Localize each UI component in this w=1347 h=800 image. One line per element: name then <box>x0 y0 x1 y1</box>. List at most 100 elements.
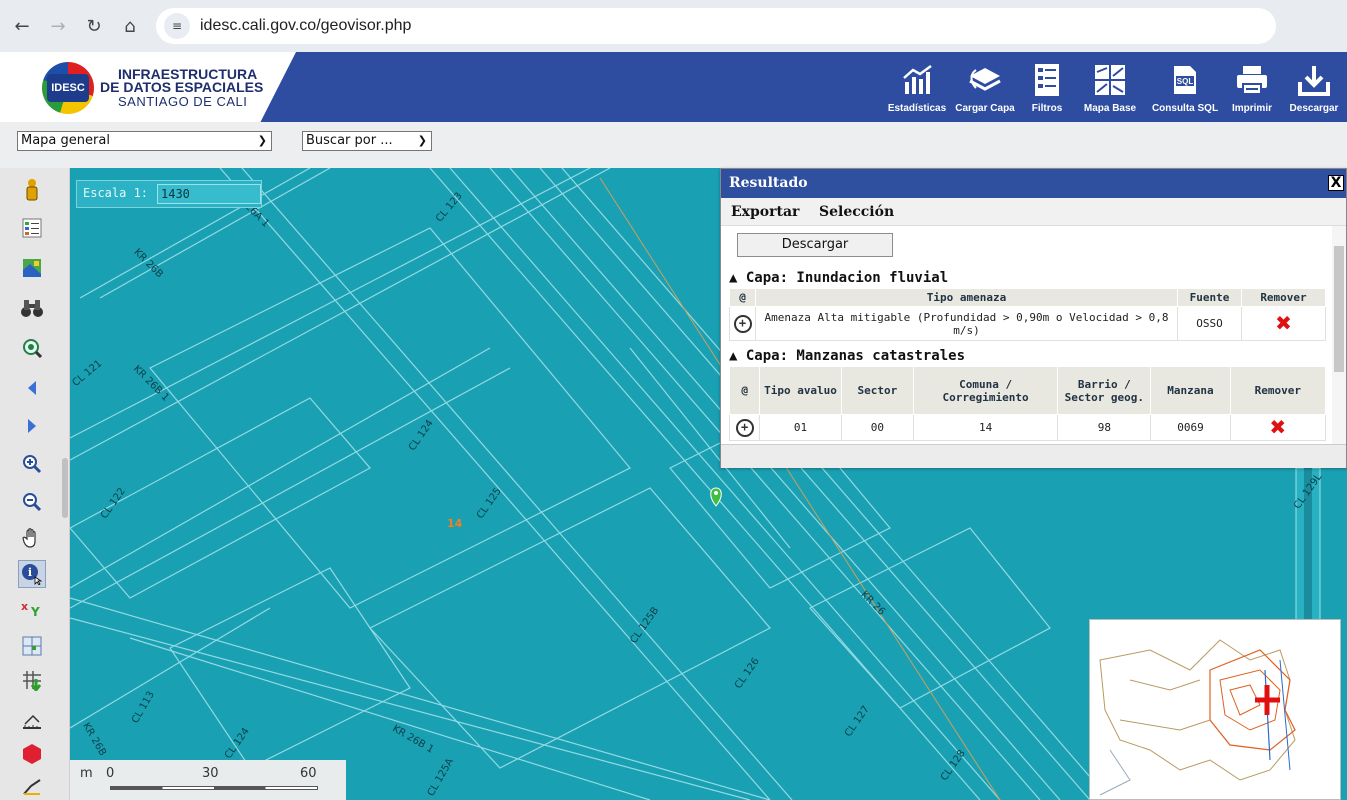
tool-filtros[interactable]: Filtros <box>1021 52 1073 122</box>
col-header: @ <box>728 366 761 415</box>
draw-polygon-icon[interactable] <box>20 742 44 766</box>
zoom-to-icon[interactable]: + <box>728 414 761 441</box>
cell-manzana: 0069 <box>1150 414 1231 441</box>
layers-icon <box>968 63 1002 97</box>
identify-info-icon[interactable]: i <box>18 560 46 588</box>
svg-text:i: i <box>28 566 32 579</box>
scale-bar: m 0 30 60 <box>70 760 346 800</box>
layer-title-manzanas[interactable]: ▲ Capa: Manzanas catastrales <box>729 348 965 364</box>
tool-label: Cargar Capa <box>955 103 1015 114</box>
tool-consulta-sql[interactable]: SQL Consulta SQL <box>1147 52 1223 122</box>
zoom-extent-icon[interactable] <box>20 336 44 360</box>
toolbar-scrollbar[interactable] <box>62 458 68 518</box>
table-row: + Amenaza Alta mitigable (Profundidad > … <box>729 306 1326 341</box>
menu-seleccion[interactable]: Selección <box>819 204 894 220</box>
result-panel: Resultado X Exportar Selección Descargar… <box>720 168 1347 468</box>
col-header: Tipo avaluo <box>759 366 842 415</box>
street-view-icon[interactable] <box>20 178 44 202</box>
cell-fuente: OSSO <box>1177 306 1242 341</box>
url-text: idesc.cali.gov.co/geovisor.php <box>200 17 412 34</box>
zoom-out-icon[interactable] <box>20 490 44 514</box>
scale-control: Escala 1: 1430 <box>76 180 262 208</box>
logo[interactable]: IDESC INFRAESTRUCTURA DE DATOS ESPACIALE… <box>0 52 296 122</box>
next-extent-icon[interactable] <box>20 414 44 438</box>
search-select[interactable]: Buscar por ... ❯ <box>302 131 432 151</box>
layers-map-icon[interactable] <box>20 256 44 280</box>
logo-line3: SANTIAGO DE CALI <box>118 94 248 109</box>
close-icon[interactable]: X <box>1328 175 1344 191</box>
table-manzanas: @ Tipo avaluo Sector Comuna / Corregimie… <box>728 366 1327 441</box>
tool-cargar-capa[interactable]: Cargar Capa <box>949 52 1021 122</box>
download-button[interactable]: Descargar <box>737 233 893 257</box>
tool-label: Estadísticas <box>887 103 947 114</box>
tool-mapa-base[interactable]: Mapa Base <box>1073 52 1147 122</box>
back-icon[interactable]: ← <box>8 12 36 40</box>
menu-exportar[interactable]: Exportar <box>731 204 799 220</box>
bar-chart-icon <box>900 63 934 97</box>
tool-label: Imprimir <box>1231 103 1272 114</box>
draw-line-icon[interactable] <box>20 774 44 798</box>
cell-comuna: 14 <box>912 414 1059 441</box>
scale-bar-graphic <box>110 786 318 790</box>
result-panel-title[interactable]: Resultado <box>721 169 1346 198</box>
sql-icon: SQL <box>1168 63 1202 97</box>
svg-text:x: x <box>21 600 28 613</box>
binoculars-icon[interactable] <box>20 296 44 320</box>
chevron-down-icon: ❯ <box>417 134 427 147</box>
scrollbar-thumb[interactable] <box>1334 246 1344 372</box>
scale-input[interactable]: 1430 <box>157 184 261 204</box>
home-icon[interactable]: ⌂ <box>116 12 144 40</box>
col-header: Sector <box>840 366 914 415</box>
scale-value: 1430 <box>161 187 190 201</box>
legend-icon[interactable] <box>20 216 44 240</box>
previous-extent-icon[interactable] <box>20 376 44 400</box>
logo-emblem: IDESC <box>42 62 94 114</box>
download-grid-icon[interactable] <box>20 668 44 692</box>
svg-text:SQL: SQL <box>1177 77 1194 86</box>
measure-icon[interactable] <box>20 710 44 734</box>
header-tools: Estadísticas Cargar Capa Filtros Mapa Ba… <box>885 52 1347 122</box>
scale-unit: m <box>80 766 93 781</box>
col-header: Remover <box>1241 288 1326 307</box>
address-bar[interactable]: ≡ idesc.cali.gov.co/geovisor.php <box>156 8 1276 44</box>
table-inundacion: @ Tipo amenaza Fuente Remover + Amenaza … <box>729 288 1326 341</box>
tool-label: Consulta SQL <box>1151 103 1219 114</box>
left-toolbar: i xY <box>0 168 70 800</box>
tool-imprimir[interactable]: Imprimir <box>1223 52 1281 122</box>
tool-descargar[interactable]: Descargar <box>1281 52 1347 122</box>
grid-select-icon[interactable] <box>20 634 44 658</box>
col-header: Manzana <box>1150 366 1231 415</box>
remove-icon[interactable]: ✖ <box>1229 414 1327 441</box>
forward-icon[interactable]: → <box>44 12 72 40</box>
pan-hand-icon[interactable] <box>20 526 44 550</box>
logo-line2: DE DATOS ESPACIALES <box>100 79 264 95</box>
site-settings-icon[interactable]: ≡ <box>164 13 190 39</box>
cell-barrio: 98 <box>1057 414 1152 441</box>
result-statusbar <box>721 444 1346 468</box>
comuna-label: 14 <box>447 517 463 530</box>
cell-sector: 00 <box>840 414 914 441</box>
scale-tick: 60 <box>300 766 317 781</box>
zoom-in-icon[interactable] <box>20 452 44 476</box>
remove-icon[interactable]: ✖ <box>1241 306 1326 341</box>
zoom-to-icon[interactable]: + <box>729 306 756 341</box>
xy-coordinates-icon[interactable]: xY <box>20 596 44 620</box>
tool-label: Descargar <box>1289 103 1339 114</box>
tool-estadisticas[interactable]: Estadísticas <box>885 52 949 122</box>
tool-label: Mapa Base <box>1083 103 1137 114</box>
result-scrollbar[interactable] <box>1332 226 1346 444</box>
cell-tipo-amenaza: Amenaza Alta mitigable (Profundidad > 0,… <box>755 306 1178 341</box>
basemap-icon <box>1093 63 1127 97</box>
reload-icon[interactable]: ↻ <box>80 12 108 40</box>
cell-tipo-avaluo: 01 <box>759 414 842 441</box>
col-header: @ <box>729 288 756 307</box>
map-select[interactable]: Mapa general ❯ <box>17 131 272 151</box>
overview-minimap[interactable] <box>1089 619 1341 800</box>
chevron-down-icon: ❯ <box>257 134 267 147</box>
layer-title-inundacion[interactable]: ▲ Capa: Inundacion fluvial <box>729 270 948 286</box>
col-header: Comuna / Corregimiento <box>912 366 1059 415</box>
col-header: Fuente <box>1177 288 1242 307</box>
table-row: + 01 00 14 98 0069 ✖ <box>728 414 1327 441</box>
result-content: Descargar ▲ Capa: Inundacion fluvial @ T… <box>721 226 1331 444</box>
scale-tick: 30 <box>202 766 219 781</box>
